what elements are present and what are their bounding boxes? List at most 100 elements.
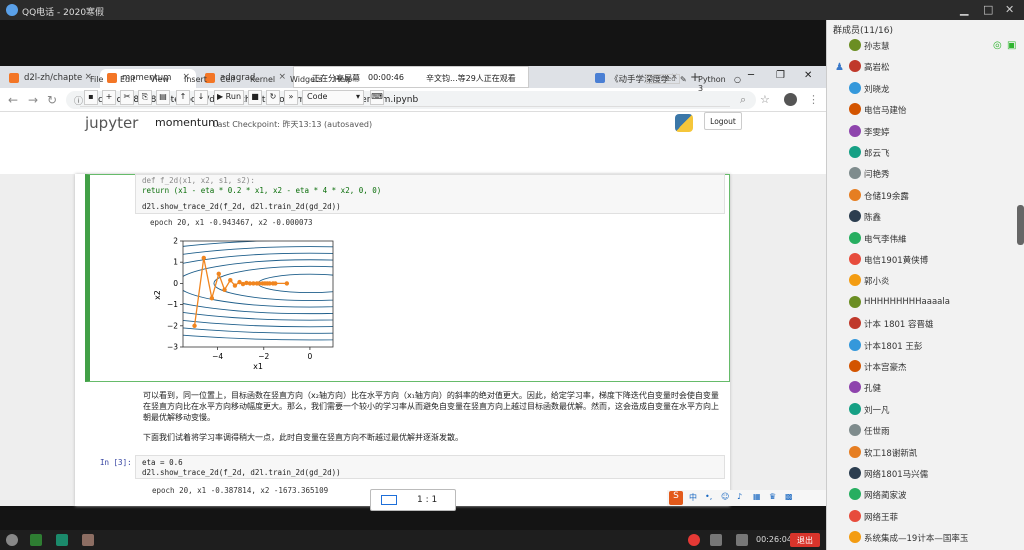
cell-prompt: In [3]:	[100, 458, 132, 467]
run-button[interactable]: ▶ Run	[214, 90, 244, 105]
emoji-icon[interactable]: ☺	[721, 492, 729, 501]
member-name: 刘晓龙	[864, 84, 890, 95]
logout-button[interactable]: Logout	[704, 112, 742, 130]
app-icon-2[interactable]	[56, 534, 68, 546]
close-icon[interactable]: ✕	[1005, 3, 1014, 16]
avatar	[849, 167, 861, 180]
grid-icon[interactable]: ▩	[785, 492, 793, 501]
notebook-name[interactable]: momentum	[155, 116, 219, 129]
code-input-2[interactable]: eta = 0.6 d2l.show_trace_2d(f_2d, d2l.tr…	[135, 455, 725, 479]
menu-kebab-icon[interactable]: ⋮	[808, 93, 819, 106]
menu-cell[interactable]: Cell	[220, 75, 235, 84]
x-axis-label: x1	[253, 362, 263, 371]
member-name: 计本 1801 容晋雄	[864, 320, 934, 331]
window-close-icon[interactable]: ✕	[804, 70, 812, 81]
sogou-icon[interactable]: S	[669, 491, 683, 505]
code-line: return (x1 - eta * 0.2 * x1, x2 - eta * …	[142, 186, 382, 195]
call-timer: 00:26:04	[756, 535, 792, 544]
menu-kernel[interactable]: Kernel	[250, 75, 275, 84]
member-name: 电信1901黄侠博	[864, 256, 929, 266]
menu-widgets[interactable]: Widgets	[290, 75, 322, 84]
cut-icon[interactable]: ✂	[120, 90, 134, 105]
qq-window-title: QQ电话 - 2020寒假	[22, 8, 105, 18]
minimize-icon[interactable]: ▁	[960, 3, 968, 16]
keyboard-icon[interactable]: ▦	[753, 492, 761, 501]
screen-icon	[381, 495, 397, 505]
mic-icon[interactable]: ♪	[737, 492, 742, 501]
avatar	[849, 39, 861, 51]
trace-point	[216, 271, 221, 277]
maximize-icon[interactable]: □	[983, 3, 993, 16]
shirt-icon[interactable]: ♛	[769, 492, 776, 501]
settings-icon[interactable]	[6, 534, 18, 546]
x-tick-label: −4	[212, 352, 223, 361]
jupyter-favicon-icon	[9, 73, 19, 83]
avatar	[849, 81, 861, 94]
avatar	[849, 146, 861, 158]
cell-type-value: Code	[307, 92, 328, 101]
window-minimize-icon[interactable]: ─	[748, 70, 754, 81]
cell-output-text: epoch 20, x1 -0.943467, x2 -0.000073	[150, 218, 313, 227]
menu-help[interactable]: Help	[334, 75, 352, 84]
keyboard-icon[interactable]: ⌨	[370, 90, 384, 105]
chinese-mode-icon[interactable]: 中	[689, 492, 697, 503]
trace-point	[232, 283, 238, 288]
trusted-indicator[interactable]: Trusted	[646, 74, 680, 84]
menu-file[interactable]: File	[90, 75, 103, 84]
save-icon[interactable]: ▪	[84, 90, 98, 105]
copy-icon[interactable]: ⎘	[138, 90, 152, 105]
y-tick-label: 0	[173, 279, 178, 288]
reload-icon[interactable]: ↻	[47, 93, 57, 107]
avatar	[849, 103, 861, 116]
avatar	[849, 317, 861, 330]
edit-pencil-icon[interactable]: ✎	[680, 75, 687, 84]
menu-insert[interactable]: Insert	[184, 75, 207, 84]
speaker-icon[interactable]	[710, 534, 722, 546]
code-line: d2l.show_trace_2d(f_2d, d2l.train_2d(gd_…	[142, 202, 341, 211]
menu-view[interactable]: View	[150, 75, 169, 84]
forward-icon[interactable]: →	[28, 93, 38, 107]
app-icon-3[interactable]	[82, 534, 94, 546]
stop-icon[interactable]: ■	[248, 90, 262, 105]
member-name: 网络王菲	[864, 512, 899, 523]
profile-avatar-icon[interactable]	[784, 93, 797, 106]
restart-icon[interactable]: ↻	[266, 90, 280, 105]
bookmark-star-icon[interactable]: ☆	[760, 93, 770, 106]
zoom-ratio-control[interactable]: 1 : 1	[370, 489, 456, 511]
mute-mic-icon[interactable]	[688, 534, 700, 546]
y-tick-label: −1	[167, 300, 178, 309]
zoom-icon[interactable]: ⌕	[740, 93, 746, 107]
avatar	[849, 360, 861, 372]
member-panel: 群成员(11/16) 孙志慧 高岩松 刘晓龙 电信马建怡 李雯婷 郎云飞 闫艳秀 仓储19余露…	[826, 20, 1024, 550]
avatar	[849, 467, 861, 479]
member-name: 网络蔺家波	[864, 491, 907, 502]
menu-edit[interactable]: Edit	[120, 75, 136, 84]
back-icon[interactable]: ←	[8, 93, 18, 107]
move-up-icon[interactable]: ↑	[176, 90, 190, 105]
code-input-1[interactable]: def f_2d(x1, x2, s1, s2): return (x1 - e…	[135, 174, 725, 214]
jupyter-logo[interactable]: jupyter	[85, 114, 138, 132]
window-restore-icon[interactable]: ❐	[776, 70, 785, 81]
fast-forward-icon[interactable]: »	[284, 90, 298, 105]
avatar	[849, 445, 861, 458]
code-line: eta = 0.6	[142, 458, 183, 467]
markdown-paragraph-2: 下面我们试着将学习率调得稍大一点，此时自变量在竖直方向不断越过最优解并逐渐发散。	[143, 433, 463, 442]
member-name: 软工18谢新凯	[864, 448, 918, 459]
checkpoint-status: Last Checkpoint: 昨天13:13 (autosaved)	[213, 120, 373, 129]
paste-icon[interactable]: ▤	[156, 90, 170, 105]
camera-icon[interactable]	[736, 534, 748, 546]
avatar	[849, 402, 861, 415]
exit-call-button[interactable]: 退出	[790, 533, 820, 547]
avatar	[849, 124, 861, 137]
member-name: 仓储19余露	[864, 191, 909, 202]
cell-type-select[interactable]: Code ▾	[302, 90, 364, 105]
app-icon-1[interactable]	[30, 534, 42, 546]
y-axis-label: x2	[153, 290, 162, 300]
y-tick-label: −3	[167, 343, 178, 352]
member-name: 计本宫豪杰	[864, 363, 907, 373]
scrollbar-thumb[interactable]	[1017, 205, 1024, 245]
punctuation-icon[interactable]: •,	[705, 492, 712, 501]
member-name: 孔健	[864, 384, 882, 395]
add-cell-icon[interactable]: +	[102, 90, 116, 105]
move-down-icon[interactable]: ↓	[194, 90, 208, 105]
